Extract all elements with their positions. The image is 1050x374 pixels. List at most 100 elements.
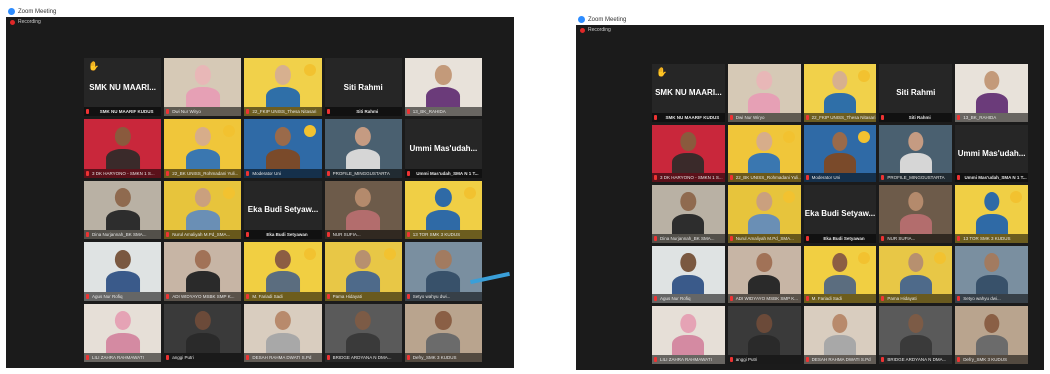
participant-tile[interactable]: M. Fariadi Sadi <box>244 242 322 301</box>
participant-body <box>426 210 461 231</box>
participant-tile[interactable]: Agus Nur Rofiq <box>652 245 725 304</box>
participant-tile[interactable]: 13 TOR SMK 3 KUDUS <box>955 185 1028 243</box>
participant-tile[interactable]: SMK NU MAARI... ✋ SMK NU MAARIF KUDUS <box>84 58 162 117</box>
participant-tile[interactable]: Nurul Amaliyah M.Pd_SMA... <box>727 185 801 243</box>
participant-tile[interactable]: ADI WIDYAYO MSBK SMP K... <box>164 242 242 301</box>
background-logo <box>383 248 396 261</box>
participant-caption: SMK NU MAARIF KUDUS <box>652 112 725 122</box>
participant-tile[interactable]: Ummi Mas'udah... Ummi Mas'udah_SMA N 1 T.… <box>404 119 482 178</box>
participant-tile[interactable]: 13_BK_RAHIDA <box>404 58 482 117</box>
participant-body <box>426 332 461 353</box>
participant-head <box>983 71 1000 91</box>
participant-figure <box>185 249 220 292</box>
muted-mic-icon <box>957 296 961 302</box>
participant-tile[interactable]: NUR SUFIA... <box>879 185 953 243</box>
muted-mic-icon <box>881 356 885 362</box>
participant-figure <box>748 252 781 295</box>
participant-tile[interactable]: Moderator Uni <box>244 119 322 178</box>
participant-head <box>274 249 292 269</box>
background-logo <box>782 130 795 143</box>
participant-tile[interactable]: Setyo wahyu dwi... <box>404 242 482 301</box>
participant-tile[interactable]: M. Fariadi Sadi <box>803 245 877 304</box>
participant-tile[interactable]: Pama Hidayati <box>324 242 402 301</box>
participant-caption: 3 DK HARYONO - SMKN 1 S... <box>84 168 162 178</box>
participant-head <box>435 310 452 331</box>
raised-hand-icon: ✋ <box>656 67 668 77</box>
participant-tile[interactable]: LILI ZAHRA RAHMAWATI <box>652 306 725 364</box>
participant-tile[interactable]: 22_BK UNISS_Rohmadani Yuli... <box>727 124 801 183</box>
participant-tile[interactable]: DESAH RAHMA DWATI S.Pd <box>244 303 322 362</box>
participant-tile[interactable]: PROFILE_MINGGUSTARTA <box>324 119 402 178</box>
participant-tile[interactable]: Pama Hidayati <box>879 245 953 304</box>
participant-tile[interactable]: Defry_SMK 3 KUDUS <box>955 306 1028 364</box>
participant-tile[interactable]: PROFILE_MINGGUSTARTA <box>879 124 953 183</box>
participant-tile[interactable]: Dwi Nur Wiryo <box>164 58 242 117</box>
participant-tile[interactable]: Defry_SMK 3 KUDUS <box>404 303 482 362</box>
participant-body <box>185 148 220 169</box>
participant-tile[interactable]: 3 DK HARYONO - SMKN 1 S... <box>84 119 162 178</box>
participant-caption: ADI WIDYAYO MSBK SMP K... <box>727 294 801 304</box>
participant-caption: DESAH RAHMA DWATI S.Pd <box>244 353 322 362</box>
participant-tile[interactable]: 13 TOR SMK 3 KUDUS <box>404 180 482 240</box>
participant-tile[interactable]: anggi Putri <box>727 306 801 364</box>
participant-tile[interactable]: Nurul Amaliyah M.Pd_SMA... <box>164 180 242 240</box>
participant-tile[interactable]: NUR SUFIA... <box>324 180 402 240</box>
participant-tile[interactable]: BRIDGE ARDYANA N DMA... <box>879 306 953 364</box>
participant-tile[interactable]: ADI WIDYAYO MSBK SMP K... <box>727 245 801 304</box>
window-titlebar: Zoom Meeting <box>6 6 514 17</box>
participant-tile[interactable]: Dwi Nur Wiryo <box>727 64 801 122</box>
participant-tile[interactable]: Setyo wahyu dwi... <box>955 245 1028 304</box>
participant-tile[interactable]: Eka Budi Setyaw... Eka Budi Setyawan <box>803 185 877 243</box>
participant-body <box>748 92 781 113</box>
participant-body <box>105 332 140 353</box>
participant-head <box>355 188 372 208</box>
participant-figure <box>346 188 381 231</box>
participant-tile[interactable]: 3 DK HARYONO - SMKN 1 S... <box>652 124 725 183</box>
participant-figure <box>899 131 932 174</box>
participant-tile[interactable]: Siti Rahmi Siti Rahmi <box>879 64 953 122</box>
participant-tile[interactable]: Ummi Mas'udah... Ummi Mas'udah_SMA N 1 T.… <box>955 124 1028 183</box>
participant-head <box>983 313 1000 333</box>
participant-name-display: Siti Rahmi <box>896 88 936 98</box>
participant-figure <box>426 188 461 231</box>
window-title: Zoom Meeting <box>18 8 57 15</box>
participant-head <box>832 71 848 91</box>
participant-tile[interactable]: 22_BK UNISS_Rohmadani Yuli... <box>164 119 242 178</box>
recording-indicator[interactable]: Recording <box>10 19 41 25</box>
participant-tile[interactable]: 22_FKIP UNISS_Thesa Nitasari <box>803 64 877 122</box>
participant-tile[interactable]: 22_FKIP UNISS_Thesa Nitasari <box>244 58 322 117</box>
participant-tile[interactable]: SMK NU MAARI... ✋ SMK NU MAARIF KUDUS <box>652 64 725 122</box>
recording-dot-icon <box>10 19 15 25</box>
participant-head <box>194 249 211 269</box>
participant-tile[interactable]: Dina Nurjannah_BK SMA... <box>652 185 725 243</box>
participant-tile[interactable]: Siti Rahmi Siti Rahmi <box>324 58 402 117</box>
participant-tile[interactable]: LILI ZAHRA RAHMAWATI <box>84 303 162 362</box>
zoom-logo-icon <box>8 8 15 15</box>
participant-tile[interactable]: Eka Budi Setyaw... Eka Budi Setyawan <box>244 180 322 240</box>
participant-figure <box>266 249 300 292</box>
participant-tile[interactable]: Agus Nur Rofiq <box>84 242 162 301</box>
participant-figure <box>185 65 220 108</box>
participant-tile[interactable]: Dina Nurjannah_BK SMA... <box>84 180 162 240</box>
participant-caption: SMK NU MAARIF KUDUS <box>84 107 162 117</box>
participant-caption: Dina Nurjannah_BK SMA... <box>84 230 162 240</box>
muted-mic-icon <box>406 355 410 360</box>
participant-figure <box>823 71 856 113</box>
participant-tile[interactable]: Moderator Uni <box>803 124 877 183</box>
participant-caption: Agus Nur Rofiq <box>652 294 725 304</box>
participant-head <box>908 313 924 333</box>
participant-tile[interactable]: BRIDGE ARDYANA N DMA... <box>324 303 402 362</box>
muted-mic-icon <box>86 109 89 115</box>
participant-body <box>185 271 220 292</box>
zoom-logo-icon <box>578 16 585 23</box>
participant-tile[interactable]: anggi Putri <box>164 303 242 362</box>
participant-tile[interactable]: DESAH RAHMA DWATI S.Pd <box>803 306 877 364</box>
participant-tile[interactable]: 13_BK_RAHIDA <box>955 64 1028 122</box>
participant-name-display: Siti Rahmi <box>343 82 383 92</box>
participant-head <box>680 252 697 272</box>
participant-body <box>266 332 300 353</box>
participant-body <box>266 87 300 108</box>
participant-caption: LILI ZAHRA RAHMAWATI <box>84 353 162 362</box>
participant-head <box>756 131 772 151</box>
recording-indicator[interactable]: Recording <box>580 27 611 33</box>
